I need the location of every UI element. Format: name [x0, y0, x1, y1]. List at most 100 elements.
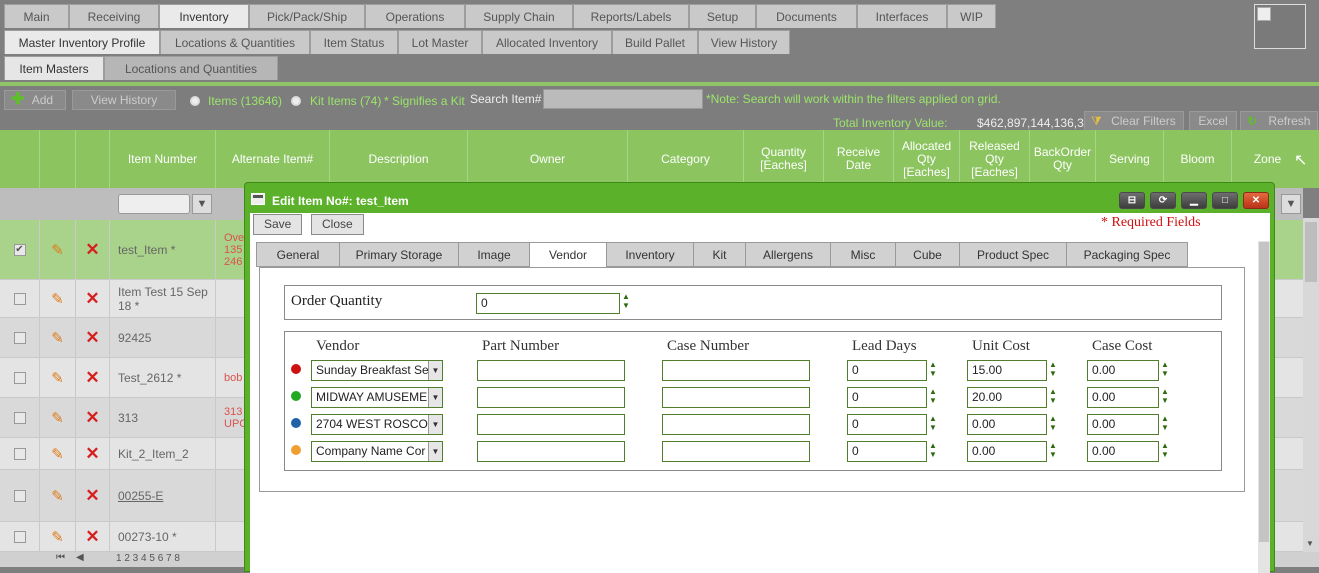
col-header-allocated-qty[interactable]: Allocated Qty [Eaches]	[894, 130, 960, 188]
part-number-input[interactable]	[477, 441, 625, 462]
delete-x-icon[interactable]: ✕	[85, 408, 99, 428]
lead-days-input[interactable]: 0	[847, 414, 927, 435]
vendor-select[interactable]: MIDWAY AMUSEME ▼	[311, 387, 443, 408]
kit-items-radio[interactable]	[291, 96, 301, 106]
col-header-released-qty[interactable]: Released Qty [Eaches]	[960, 130, 1030, 188]
scrollbar-thumb[interactable]	[1305, 222, 1317, 282]
case-cost-input[interactable]: 0.00	[1087, 360, 1159, 381]
close-button[interactable]: Close	[311, 214, 364, 235]
case-cost-input[interactable]: 0.00	[1087, 387, 1159, 408]
unit-cost-spinner[interactable]: ▲ ▼	[1049, 387, 1057, 407]
col-header-owner[interactable]: Owner	[468, 130, 628, 188]
item-number-link[interactable]: 00255-E	[110, 489, 163, 503]
dialog-scrollbar-thumb[interactable]	[1259, 242, 1269, 542]
row-checkbox[interactable]	[13, 411, 26, 424]
reload-icon[interactable]: ⟳	[1150, 192, 1176, 209]
part-number-input[interactable]	[477, 387, 625, 408]
scroll-down-arrow-icon[interactable]: ▼	[1306, 539, 1314, 548]
tab-item-status[interactable]: Item Status	[310, 30, 398, 54]
pager-first-icon[interactable]: ⏮	[56, 552, 65, 563]
row-checkbox[interactable]: ✔	[13, 243, 26, 256]
tab-inventory[interactable]: Inventory	[159, 4, 249, 28]
grid-vertical-scrollbar[interactable]: ▼	[1303, 218, 1319, 552]
edit-pencil-icon[interactable]: ✎	[51, 409, 64, 427]
tab-pick-pack-ship[interactable]: Pick/Pack/Ship	[249, 4, 365, 28]
filter-icon[interactable]: ▼	[192, 194, 212, 214]
save-button[interactable]: Save	[253, 214, 303, 235]
lead-days-input[interactable]: 0	[847, 441, 927, 462]
case-cost-spinner[interactable]: ▲ ▼	[1161, 414, 1169, 434]
lead-days-spinner[interactable]: ▲ ▼	[929, 414, 937, 434]
unit-cost-input[interactable]: 15.00	[967, 360, 1047, 381]
case-number-input[interactable]	[662, 387, 810, 408]
tab-cube[interactable]: Cube	[895, 242, 960, 267]
refresh-button[interactable]: ↻ Refresh	[1240, 111, 1318, 131]
tab-interfaces[interactable]: Interfaces	[857, 4, 947, 28]
dialog-vertical-scrollbar[interactable]	[1258, 241, 1270, 573]
edit-pencil-icon[interactable]: ✎	[51, 487, 64, 505]
edit-pencil-icon[interactable]: ✎	[51, 369, 64, 387]
part-number-input[interactable]	[477, 360, 625, 381]
pager-prev-icon[interactable]: ◀	[76, 552, 84, 563]
tab-image[interactable]: Image	[458, 242, 530, 267]
unit-cost-input[interactable]: 0.00	[967, 414, 1047, 435]
lead-days-spinner[interactable]: ▲ ▼	[929, 441, 937, 461]
col-header-receive-date[interactable]: Receive Date	[824, 130, 894, 188]
col-header-zone[interactable]: Zone	[1232, 130, 1303, 188]
tab-operations[interactable]: Operations	[365, 4, 465, 28]
row-checkbox[interactable]	[13, 331, 26, 344]
tab-general[interactable]: General	[256, 242, 340, 267]
add-button[interactable]: ✚ Add	[4, 90, 66, 110]
maximize-icon[interactable]: □	[1212, 192, 1238, 209]
tab-kit[interactable]: Kit	[693, 242, 746, 267]
chevron-down-icon[interactable]: ▼	[428, 388, 442, 407]
tab-build-pallet[interactable]: Build Pallet	[612, 30, 698, 54]
unit-cost-input[interactable]: 0.00	[967, 441, 1047, 462]
delete-x-icon[interactable]: ✕	[85, 368, 99, 388]
order-quantity-spinner[interactable]: ▲ ▼	[622, 292, 630, 312]
row-checkbox[interactable]	[13, 292, 26, 305]
tab-view-history[interactable]: View History	[698, 30, 790, 54]
pager-pages[interactable]: 1 2 3 4 5 6 7 8	[116, 553, 180, 564]
case-cost-spinner[interactable]: ▲ ▼	[1161, 360, 1169, 380]
tab-wip[interactable]: WIP	[947, 4, 996, 28]
view-history-button[interactable]: View History	[72, 90, 176, 110]
delete-x-icon[interactable]: ✕	[85, 328, 99, 348]
tab-locations-and-quantities[interactable]: Locations and Quantities	[104, 56, 278, 80]
lead-days-input[interactable]: 0	[847, 360, 927, 381]
chevron-down-icon[interactable]: ▼	[428, 415, 442, 434]
tab-setup[interactable]: Setup	[689, 4, 756, 28]
case-cost-spinner[interactable]: ▲ ▼	[1161, 387, 1169, 407]
tab-supply-chain[interactable]: Supply Chain	[465, 4, 573, 28]
col-header-alternate-item[interactable]: Alternate Item#	[216, 130, 330, 188]
row-checkbox[interactable]	[13, 489, 26, 502]
items-radio[interactable]	[190, 96, 200, 106]
tab-item-masters[interactable]: Item Masters	[4, 56, 104, 80]
vendor-select[interactable]: Company Name Cor ▼	[311, 441, 443, 462]
minimize-icon[interactable]: ▁	[1181, 192, 1207, 209]
tab-main[interactable]: Main	[4, 4, 69, 28]
row-checkbox[interactable]	[13, 530, 26, 543]
edit-pencil-icon[interactable]: ✎	[51, 290, 64, 308]
clear-filters-button[interactable]: ⧩ Clear Filters	[1084, 111, 1184, 131]
col-header-item-number[interactable]: Item Number	[110, 130, 216, 188]
col-header-serving[interactable]: Serving	[1096, 130, 1164, 188]
excel-button[interactable]: Excel	[1189, 111, 1237, 131]
edit-pencil-icon[interactable]: ✎	[51, 445, 64, 463]
col-header-backorder-qty[interactable]: BackOrder Qty	[1030, 130, 1096, 188]
tab-locations-quantities[interactable]: Locations & Quantities	[160, 30, 310, 54]
tab-reports-labels[interactable]: Reports/Labels	[573, 4, 689, 28]
tab-packaging-spec[interactable]: Packaging Spec	[1066, 242, 1188, 267]
tab-inventory[interactable]: Inventory	[606, 242, 694, 267]
col-header-bloom[interactable]: Bloom	[1164, 130, 1232, 188]
col-header-description[interactable]: Description	[330, 130, 468, 188]
delete-x-icon[interactable]: ✕	[85, 444, 99, 464]
tab-primary-storage[interactable]: Primary Storage	[339, 242, 459, 267]
lead-days-spinner[interactable]: ▲ ▼	[929, 387, 937, 407]
order-quantity-input[interactable]: 0	[476, 293, 620, 314]
tab-lot-master[interactable]: Lot Master	[398, 30, 482, 54]
tab-documents[interactable]: Documents	[756, 4, 857, 28]
edit-pencil-icon[interactable]: ✎	[51, 241, 64, 259]
vendor-select[interactable]: 2704 WEST ROSCOE ▼	[311, 414, 443, 435]
chevron-down-icon[interactable]: ▼	[428, 442, 442, 461]
